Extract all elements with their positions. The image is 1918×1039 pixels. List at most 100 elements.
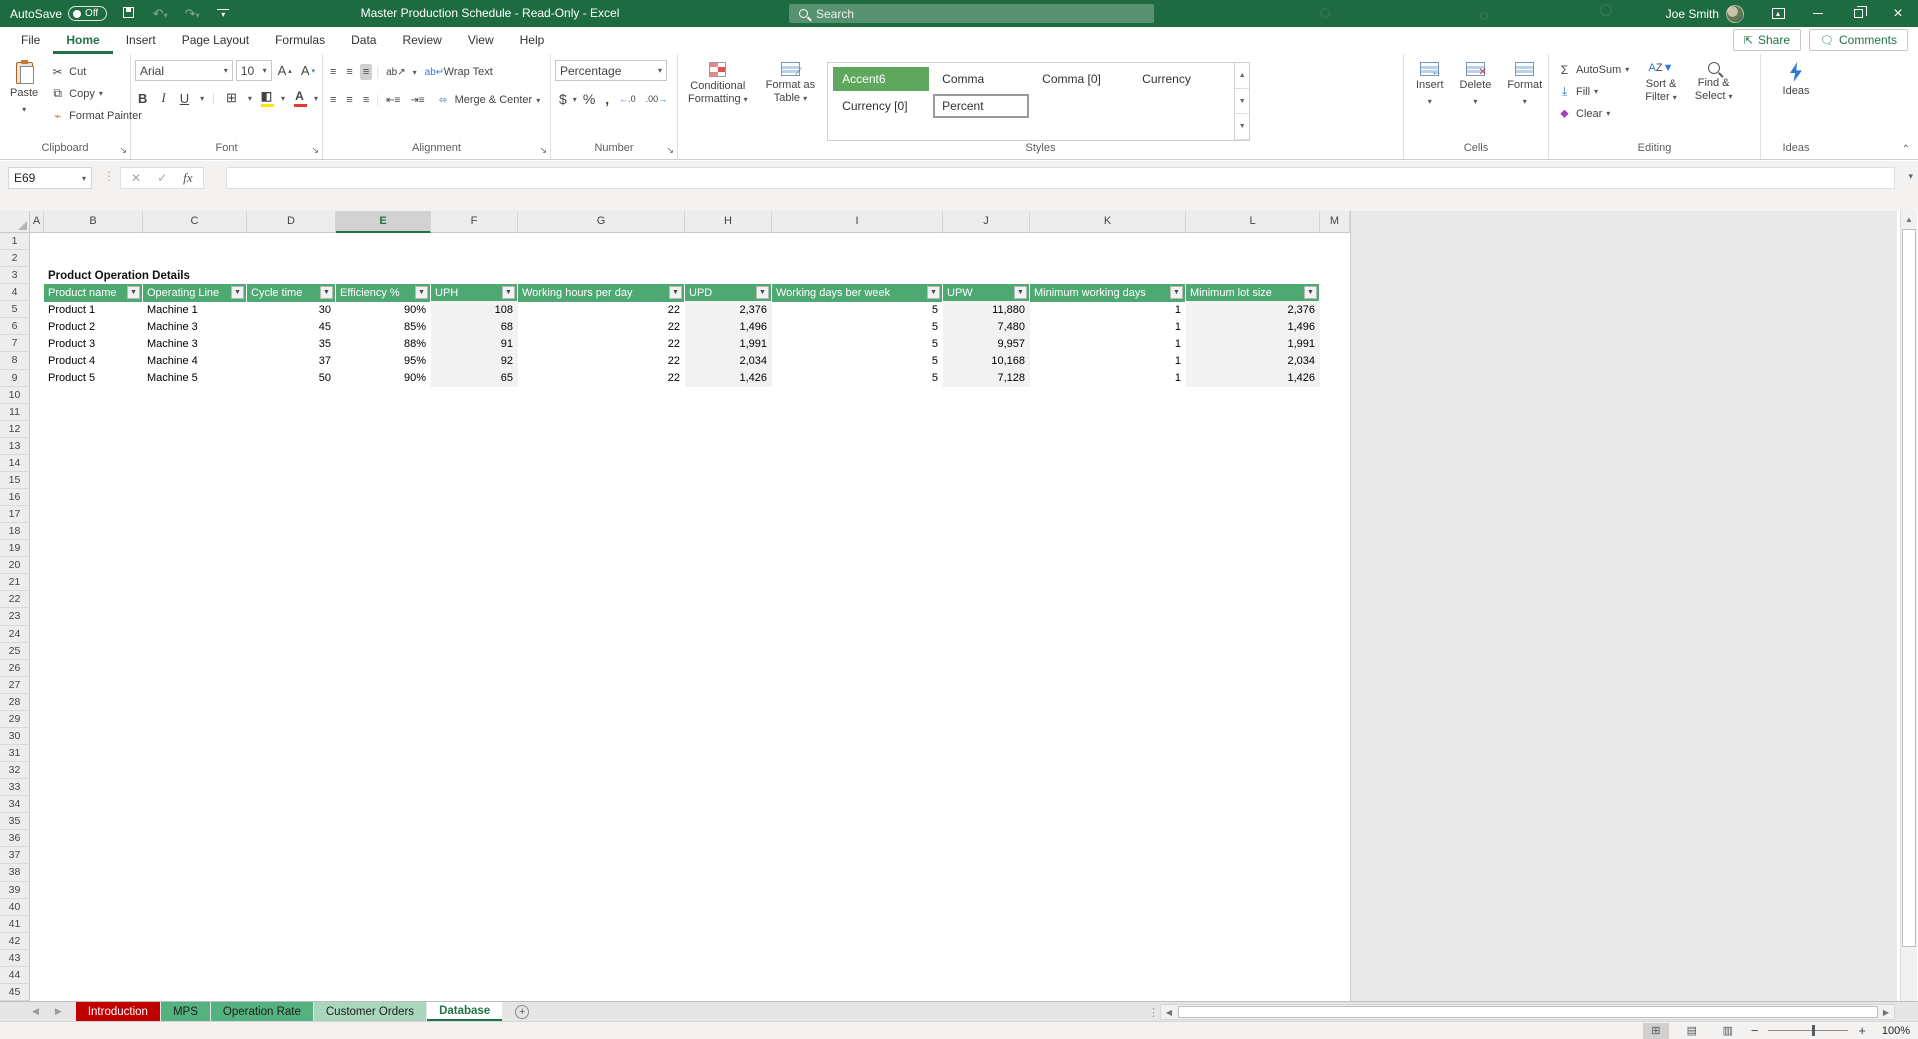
cell-D6[interactable]: 45 — [247, 318, 336, 335]
filter-dropdown-L[interactable]: ▼ — [1304, 286, 1317, 300]
zoom-in-button[interactable]: + — [1858, 1023, 1866, 1038]
format-cells-button[interactable]: Format ▾ — [1501, 58, 1548, 141]
cell-style-accent6[interactable]: Accent6 — [833, 67, 930, 91]
cell-L8[interactable]: 2,034 — [1186, 352, 1320, 370]
worksheet-grid[interactable]: A B C D E F G H I J K L M 1 2 3 4 5 6 7 8 9 10 11 12 13 14 15 16 17 18… — [0, 211, 1897, 1001]
comments-button[interactable]: 🗨 Comments — [1809, 29, 1908, 51]
menu-tab-file[interactable]: File — [8, 27, 53, 54]
row-header-45[interactable]: 45 — [0, 983, 30, 1001]
row-header-39[interactable]: 39 — [0, 881, 30, 899]
cell-K5[interactable]: 1 — [1030, 301, 1186, 318]
filter-dropdown-H[interactable]: ▼ — [756, 286, 769, 300]
number-dialog-launcher[interactable]: ↘ — [666, 145, 674, 156]
row-header-44[interactable]: 44 — [0, 966, 30, 984]
orientation-button[interactable]: ab↗ — [383, 65, 409, 80]
filter-dropdown-J[interactable]: ▼ — [1014, 286, 1027, 300]
cell-K6[interactable]: 1 — [1030, 318, 1186, 335]
cell-C6[interactable]: Machine 3 — [143, 318, 247, 335]
save-button[interactable] — [117, 6, 139, 21]
filter-dropdown-D[interactable]: ▼ — [320, 286, 333, 300]
comma-style-button[interactable]: , — [601, 91, 613, 107]
table-header-working-hours-per-day[interactable]: Working hours per day ▼ — [518, 284, 685, 303]
row-header-18[interactable]: 18 — [0, 523, 30, 541]
cell-J7[interactable]: 9,957 — [943, 335, 1030, 353]
accounting-format-button[interactable]: $ — [555, 91, 571, 107]
row-header-13[interactable]: 13 — [0, 437, 30, 455]
horizontal-scroll-thumb[interactable] — [1178, 1006, 1878, 1018]
row-header-20[interactable]: 20 — [0, 557, 30, 575]
cell-G6[interactable]: 22 — [518, 318, 685, 335]
cell-L7[interactable]: 1,991 — [1186, 335, 1320, 353]
merge-center-button[interactable]: ⬄ Merge & Center ▾ — [432, 90, 545, 111]
row-header-24[interactable]: 24 — [0, 625, 30, 643]
decrease-font-button[interactable]: A ▾ — [298, 62, 318, 79]
cell-L9[interactable]: 1,426 — [1186, 369, 1320, 387]
close-button[interactable]: × — [1878, 0, 1918, 27]
cell-F5[interactable]: 108 — [431, 301, 518, 319]
row-header-25[interactable]: 25 — [0, 642, 30, 660]
sheet-tab-mps[interactable]: MPS — [160, 1002, 210, 1021]
column-header-L[interactable]: L — [1186, 211, 1320, 233]
vertical-scroll-thumb[interactable] — [1902, 229, 1916, 947]
horizontal-scrollbar[interactable]: ◀ ▶ — [1160, 1004, 1895, 1020]
table-header-minimum-lot-size[interactable]: Minimum lot size ▼ — [1186, 284, 1320, 303]
menu-tab-review[interactable]: Review — [389, 27, 454, 54]
formula-input[interactable] — [226, 167, 1895, 189]
row-header-23[interactable]: 23 — [0, 608, 30, 626]
scroll-up-arrow[interactable]: ▲ — [1901, 211, 1917, 228]
cell-I9[interactable]: 5 — [772, 370, 943, 387]
row-header-41[interactable]: 41 — [0, 915, 30, 933]
column-header-C[interactable]: C — [143, 211, 247, 233]
row-header-38[interactable]: 38 — [0, 864, 30, 882]
conditional-formatting-button[interactable]: Conditional Formatting ▾ — [682, 58, 754, 141]
cell-B5[interactable]: Product 1 — [44, 301, 143, 318]
cell-B6[interactable]: Product 2 — [44, 318, 143, 335]
cell-F7[interactable]: 91 — [431, 335, 518, 353]
row-header-40[interactable]: 40 — [0, 898, 30, 916]
row-header-35[interactable]: 35 — [0, 813, 30, 831]
percent-style-button[interactable]: % — [579, 91, 599, 107]
row-header-43[interactable]: 43 — [0, 949, 30, 967]
menu-tab-help[interactable]: Help — [507, 27, 558, 54]
ribbon-display-options-button[interactable]: ▴ — [1758, 0, 1798, 27]
row-header-14[interactable]: 14 — [0, 454, 30, 472]
font-dialog-launcher[interactable]: ↘ — [311, 145, 319, 156]
page-layout-view-button[interactable]: ▤ — [1679, 1023, 1705, 1039]
quick-access-customize-button[interactable]: ▾ — [217, 8, 230, 19]
collapse-ribbon-button[interactable]: ⌃ — [1902, 144, 1910, 155]
column-header-B[interactable]: B — [44, 211, 143, 233]
table-header-product-name[interactable]: Product name ▼ — [44, 284, 143, 303]
column-header-F[interactable]: F — [431, 211, 518, 233]
zoom-level[interactable]: 100% — [1876, 1025, 1910, 1037]
column-header-E[interactable]: E — [336, 211, 431, 233]
row-header-17[interactable]: 17 — [0, 506, 30, 524]
row-header-27[interactable]: 27 — [0, 676, 30, 694]
middle-align-button[interactable]: ≡ — [343, 64, 355, 80]
filter-dropdown-K[interactable]: ▼ — [1170, 286, 1183, 300]
tab-scroll-splitter[interactable]: ⋮ — [1148, 1006, 1159, 1019]
cell-E6[interactable]: 85% — [336, 318, 431, 335]
insert-function-button[interactable]: fx — [183, 170, 192, 186]
row-header-29[interactable]: 29 — [0, 710, 30, 728]
search-box[interactable] — [789, 4, 1154, 23]
column-header-G[interactable]: G — [518, 211, 685, 233]
cell-F9[interactable]: 65 — [431, 369, 518, 387]
delete-cells-button[interactable]: ✕ Delete ▾ — [1454, 58, 1498, 141]
column-header-J[interactable]: J — [943, 211, 1030, 233]
normal-view-button[interactable]: ⊞ — [1642, 1022, 1669, 1039]
redo-button[interactable]: ↷▾ — [181, 6, 203, 22]
gallery-scroll-down-button[interactable]: ▼ — [1235, 89, 1250, 115]
cell-D7[interactable]: 35 — [247, 335, 336, 352]
alignment-dialog-launcher[interactable]: ↘ — [539, 145, 547, 156]
row-header-6[interactable]: 6 — [0, 318, 30, 336]
paste-button[interactable]: Paste ▾ — [4, 58, 44, 141]
cell-style-currency[interactable]: Currency — [1133, 67, 1229, 91]
cell-J6[interactable]: 7,480 — [943, 318, 1030, 336]
cell-I7[interactable]: 5 — [772, 335, 943, 352]
table-header-uph[interactable]: UPH ▼ — [431, 284, 518, 303]
cell-D8[interactable]: 37 — [247, 352, 336, 369]
format-as-table-button[interactable]: ⟋ Format as Table ▾ — [760, 58, 822, 141]
clipboard-dialog-launcher[interactable]: ↘ — [119, 145, 127, 156]
cell-G9[interactable]: 22 — [518, 370, 685, 387]
zoom-out-button[interactable]: − — [1751, 1023, 1759, 1038]
